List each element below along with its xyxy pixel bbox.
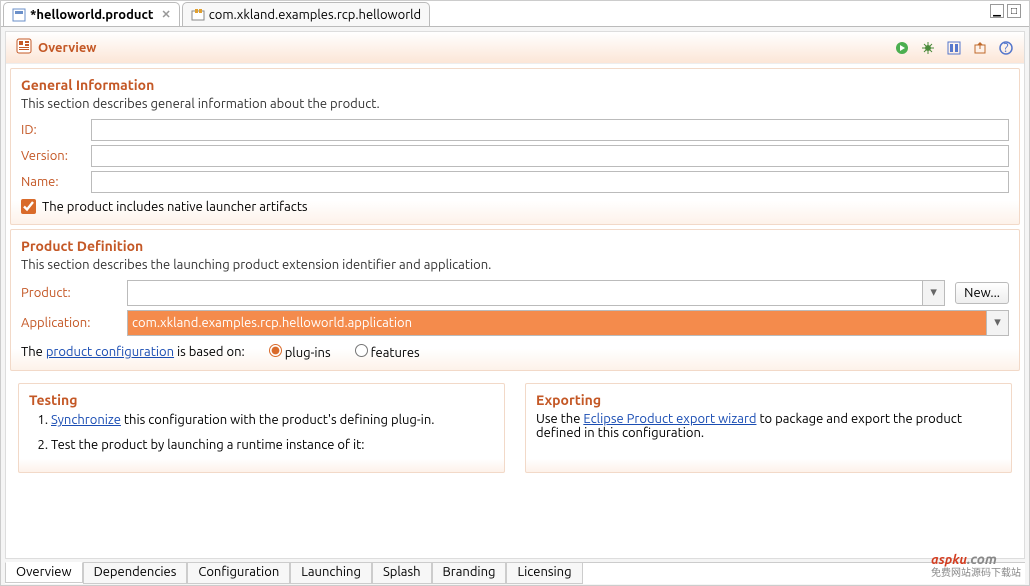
section-title: General Information [21, 77, 1009, 93]
features-radio-label[interactable]: features [355, 344, 420, 360]
new-product-button[interactable]: New... [955, 282, 1009, 304]
id-field[interactable] [91, 119, 1009, 141]
run-icon[interactable] [894, 40, 910, 56]
plugins-radio-label[interactable]: plug-ins [269, 344, 331, 360]
plugins-radio[interactable] [269, 344, 282, 357]
application-combo-value: com.xkland.examples.rcp.helloworld.appli… [128, 311, 986, 335]
tab-label: *helloworld.product [30, 8, 153, 22]
tab-configuration[interactable]: Configuration [187, 563, 290, 584]
section-general-information: General Information This section describ… [10, 68, 1020, 225]
version-label: Version: [21, 149, 81, 163]
editor-tab-xkland-helloworld[interactable]: com.xkland.examples.rcp.helloworld [182, 2, 430, 26]
text: is based on: [174, 345, 245, 359]
export-icon[interactable] [972, 40, 988, 56]
chevron-down-icon[interactable]: ▾ [922, 281, 944, 305]
exporting-text: Use the Eclipse Product export wizard to… [536, 412, 1001, 440]
form-header: Overview ? [6, 32, 1024, 64]
features-radio[interactable] [355, 344, 368, 357]
tab-licensing[interactable]: Licensing [506, 563, 582, 584]
editor-tab-bar: *helloworld.product ✕ com.xkland.example… [1, 1, 1029, 27]
tab-overview[interactable]: Overview [5, 562, 83, 583]
editor-tab-helloworld-product[interactable]: *helloworld.product ✕ [3, 2, 180, 26]
validate-icon[interactable] [946, 40, 962, 56]
tab-splash[interactable]: Splash [372, 563, 432, 584]
page-title: Overview [16, 38, 96, 57]
tab-label: com.xkland.examples.rcp.helloworld [209, 8, 421, 22]
text: plug-ins [285, 346, 331, 360]
svg-text:?: ? [1003, 41, 1008, 55]
section-testing: Testing Synchronize this configuration w… [18, 383, 505, 473]
name-field[interactable] [91, 171, 1009, 193]
window-controls: ▁ □ [990, 4, 1021, 18]
product-file-icon [12, 8, 26, 22]
export-wizard-link[interactable]: Eclipse Product export wizard [583, 412, 756, 426]
text: Use the [536, 412, 583, 426]
product-label: Product: [21, 286, 117, 300]
application-combo[interactable]: com.xkland.examples.rcp.helloworld.appli… [127, 310, 1009, 336]
name-label: Name: [21, 175, 81, 189]
section-title: Product Definition [21, 238, 1009, 254]
tab-branding[interactable]: Branding [432, 563, 507, 584]
section-desc: This section describes the launching pro… [21, 258, 1009, 272]
tab-launching[interactable]: Launching [290, 563, 372, 584]
testing-step-1: Synchronize this configuration with the … [51, 412, 494, 429]
chevron-down-icon[interactable]: ▾ [986, 311, 1008, 335]
section-desc: This section describes general informati… [21, 97, 1009, 111]
close-icon[interactable]: ✕ [161, 8, 170, 21]
synchronize-link[interactable]: Synchronize [51, 413, 121, 427]
text: features [371, 346, 420, 360]
section-exporting: Exporting Use the Eclipse Product export… [525, 383, 1012, 473]
section-product-definition: Product Definition This section describe… [10, 229, 1020, 371]
product-combo[interactable]: ▾ [127, 280, 945, 306]
page-title-text: Overview [38, 41, 96, 55]
product-combo-value [128, 281, 922, 305]
product-configuration-link[interactable]: product configuration [46, 345, 174, 359]
form-toolbar: ? [894, 40, 1014, 56]
minimize-icon[interactable]: ▁ [990, 4, 1004, 18]
based-on-text: The product configuration is based on: [21, 345, 245, 359]
section-title: Testing [29, 392, 494, 408]
text: this configuration with the product's de… [121, 413, 435, 427]
native-launcher-checkbox[interactable] [21, 199, 36, 214]
plugin-file-icon [191, 8, 205, 22]
native-launcher-label: The product includes native launcher art… [42, 200, 308, 214]
help-icon[interactable]: ? [998, 40, 1014, 56]
form-body: Overview ? General Information This sect… [5, 31, 1025, 559]
section-title: Exporting [536, 392, 1001, 408]
version-field[interactable] [91, 145, 1009, 167]
overview-icon [16, 38, 32, 57]
testing-step-2: Test the product by launching a runtime … [51, 437, 494, 454]
debug-icon[interactable] [920, 40, 936, 56]
text: The [21, 345, 46, 359]
application-label: Application: [21, 316, 117, 330]
tab-dependencies[interactable]: Dependencies [83, 563, 188, 584]
page-tabs: Overview Dependencies Configuration Laun… [5, 562, 1025, 584]
maximize-icon[interactable]: □ [1007, 4, 1021, 18]
id-label: ID: [21, 123, 81, 137]
